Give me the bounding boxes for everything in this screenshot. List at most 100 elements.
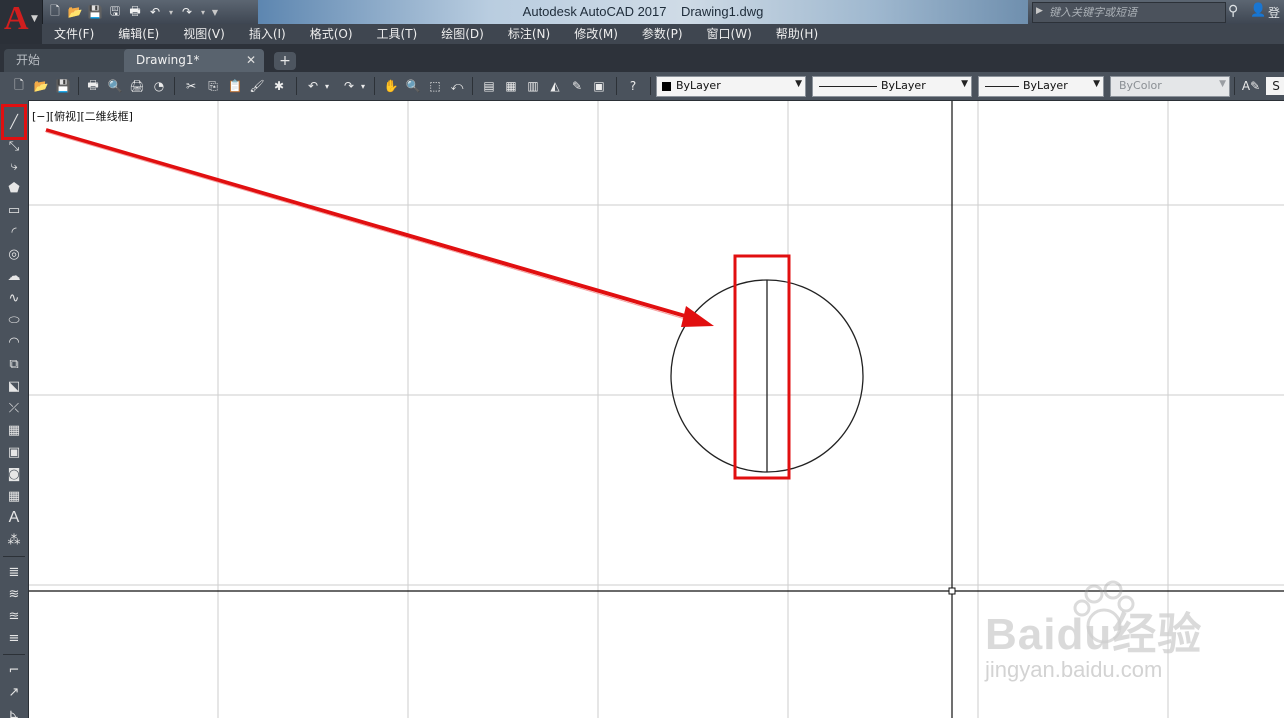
make-block-icon[interactable]: ⬕ (4, 376, 24, 396)
leader-icon[interactable]: ↗ (4, 682, 24, 702)
zoom-window-icon[interactable]: ⬚ (426, 77, 444, 95)
standard-toolbar: 🗋 📂 💾 🖶 🔍 🖨 ◔ ✂ ⎘ 📋 🖌 ✱ ↶ ▾ ↷ ▾ ✋ 🔍 ⬚ ⤺ … (0, 72, 1284, 101)
pan-icon[interactable]: ✋ (382, 77, 400, 95)
new-icon[interactable]: 🗋 (10, 77, 28, 95)
plot-icon[interactable]: 🖶 (84, 77, 102, 95)
arc-icon[interactable]: ◜ (4, 222, 24, 242)
save-icon[interactable]: 💾 (54, 77, 72, 95)
quickcalc-icon[interactable]: ▣ (590, 77, 608, 95)
application-menu-button[interactable]: A ▼ (0, 0, 43, 44)
color-swatch (662, 82, 671, 91)
add-selected-icon[interactable]: ⁂ (4, 530, 24, 550)
multiline-text-icon[interactable]: A (4, 508, 24, 528)
polyline-icon[interactable]: ⤷ (4, 156, 24, 176)
chevron-down-icon[interactable]: ▼ (961, 79, 968, 89)
undo-icon[interactable]: ↶ (304, 77, 322, 95)
close-icon[interactable]: ✕ (246, 49, 256, 72)
polygon-icon[interactable]: ⬟ (4, 178, 24, 198)
menu-edit[interactable]: 编辑(E) (106, 24, 171, 44)
3d-print-icon[interactable]: ◔ (150, 77, 168, 95)
gradient-icon[interactable]: ▣ (4, 442, 24, 462)
new-tab-button[interactable]: + (274, 52, 296, 70)
print-icon[interactable]: 🖶 (126, 3, 144, 21)
search-expand-icon[interactable]: ▶ (1036, 6, 1043, 16)
customize-dropdown-icon[interactable]: ▼ (210, 3, 220, 21)
dimension-icon[interactable]: ⌐ (4, 660, 24, 680)
draw-toolbar: ╱ ⤡ ⤷ ⬟ ▭ ◜ ◎ ☁ ∿ ⬭ ◠ ⧉ ⬕ ⤫ ▦ ▣ ◙ ▦ A ⁂ … (0, 100, 29, 722)
open-folder-icon[interactable]: 📂 (66, 3, 84, 21)
sign-in-label-icon[interactable]: 登 (1268, 4, 1280, 21)
menu-insert[interactable]: 插入(I) (237, 24, 298, 44)
save-icon[interactable]: 💾 (86, 3, 104, 21)
properties-icon[interactable]: ▤ (480, 77, 498, 95)
linetype-combo[interactable]: ByLayer ▼ (812, 76, 972, 97)
ellipse-icon[interactable]: ⬭ (4, 310, 24, 330)
point-icon[interactable]: ⤫ (4, 398, 24, 418)
watermark-text: Baidu经验 (985, 610, 1203, 659)
text-style-combo[interactable]: S (1266, 77, 1284, 95)
lineweight-combo[interactable]: ByLayer ▼ (978, 76, 1104, 97)
crosshair-pickbox (948, 587, 956, 595)
constraint-icon[interactable]: ⊾ (4, 704, 24, 724)
markup-icon[interactable]: ✎ (568, 77, 586, 95)
undo-dropdown-icon[interactable]: ▾ (322, 77, 332, 95)
revision-cloud-icon[interactable]: ☁ (4, 266, 24, 286)
insert-block-icon[interactable]: ⧉ (4, 354, 24, 374)
menu-parametric[interactable]: 参数(P) (630, 24, 695, 44)
redo-dropdown-icon[interactable]: ▾ (358, 77, 368, 95)
menu-file[interactable]: 文件(F) (42, 24, 106, 44)
sheet-set-icon[interactable]: ◭ (546, 77, 564, 95)
menu-tools[interactable]: 工具(T) (365, 24, 430, 44)
save-as-icon[interactable]: 🖫 (106, 3, 124, 21)
menu-view[interactable]: 视图(V) (171, 24, 237, 44)
spline-icon[interactable]: ∿ (4, 288, 24, 308)
menu-dimension[interactable]: 标注(N) (496, 24, 562, 44)
region-icon[interactable]: ◙ (4, 464, 24, 484)
copy-icon[interactable]: ⎘ (204, 77, 222, 95)
menu-draw[interactable]: 绘图(D) (429, 24, 496, 44)
plot-preview-icon[interactable]: 🔍 (106, 77, 124, 95)
design-center-icon[interactable]: ▦ (502, 77, 520, 95)
layer-icon[interactable]: ≣ (4, 562, 24, 582)
user-icon[interactable]: 👤 (1250, 3, 1266, 18)
menu-format[interactable]: 格式(O) (298, 24, 365, 44)
plotstyle-combo[interactable]: ByColor ▼ (1110, 76, 1230, 97)
rectangle-icon[interactable]: ▭ (4, 200, 24, 220)
new-file-icon[interactable]: 🗋 (46, 3, 64, 21)
color-combo[interactable]: ByLayer ▼ (656, 76, 806, 97)
redo-icon[interactable]: ↷ (178, 3, 196, 21)
chevron-down-icon[interactable]: ▼ (1093, 79, 1100, 89)
viewport-controls-label[interactable]: [−][俯视][二维线框] (32, 108, 133, 124)
layer-previous-icon[interactable]: ≊ (4, 606, 24, 626)
zoom-previous-icon[interactable]: ⤺ (448, 77, 466, 95)
redo-icon[interactable]: ↷ (340, 77, 358, 95)
binoculars-icon[interactable]: ⚲ (1228, 3, 1238, 19)
search-box[interactable]: ▶ (1032, 2, 1226, 23)
publish-icon[interactable]: 🖨 (128, 77, 146, 95)
chevron-down-icon[interactable]: ▼ (1219, 79, 1226, 89)
search-input[interactable] (1047, 3, 1225, 22)
open-icon[interactable]: 📂 (32, 77, 50, 95)
block-editor-icon[interactable]: ✱ (270, 77, 288, 95)
menu-help[interactable]: 帮助(H) (764, 24, 830, 44)
match-properties-icon[interactable]: 🖌 (248, 77, 266, 95)
undo-icon[interactable]: ↶ (146, 3, 164, 21)
redo-dropdown-icon[interactable]: ▾ (198, 3, 208, 21)
layer-states-icon[interactable]: ≋ (4, 584, 24, 604)
ellipse-arc-icon[interactable]: ◠ (4, 332, 24, 352)
menu-modify[interactable]: 修改(M) (562, 24, 630, 44)
zoom-realtime-icon[interactable]: 🔍 (404, 77, 422, 95)
paste-icon[interactable]: 📋 (226, 77, 244, 95)
cut-icon[interactable]: ✂ (182, 77, 200, 95)
hatch-icon[interactable]: ▦ (4, 420, 24, 440)
tool-palettes-icon[interactable]: ▥ (524, 77, 542, 95)
menu-window[interactable]: 窗口(W) (695, 24, 764, 44)
tab-drawing1[interactable]: Drawing1* ✕ (124, 49, 264, 72)
text-style-icon[interactable]: A✎ (1242, 77, 1260, 95)
layer-walk-icon[interactable]: ≡ (4, 628, 24, 648)
help-icon[interactable]: ? (624, 77, 642, 95)
table-icon[interactable]: ▦ (4, 486, 24, 506)
chevron-down-icon[interactable]: ▼ (795, 79, 802, 89)
undo-dropdown-icon[interactable]: ▾ (166, 3, 176, 21)
circle-icon[interactable]: ◎ (4, 244, 24, 264)
